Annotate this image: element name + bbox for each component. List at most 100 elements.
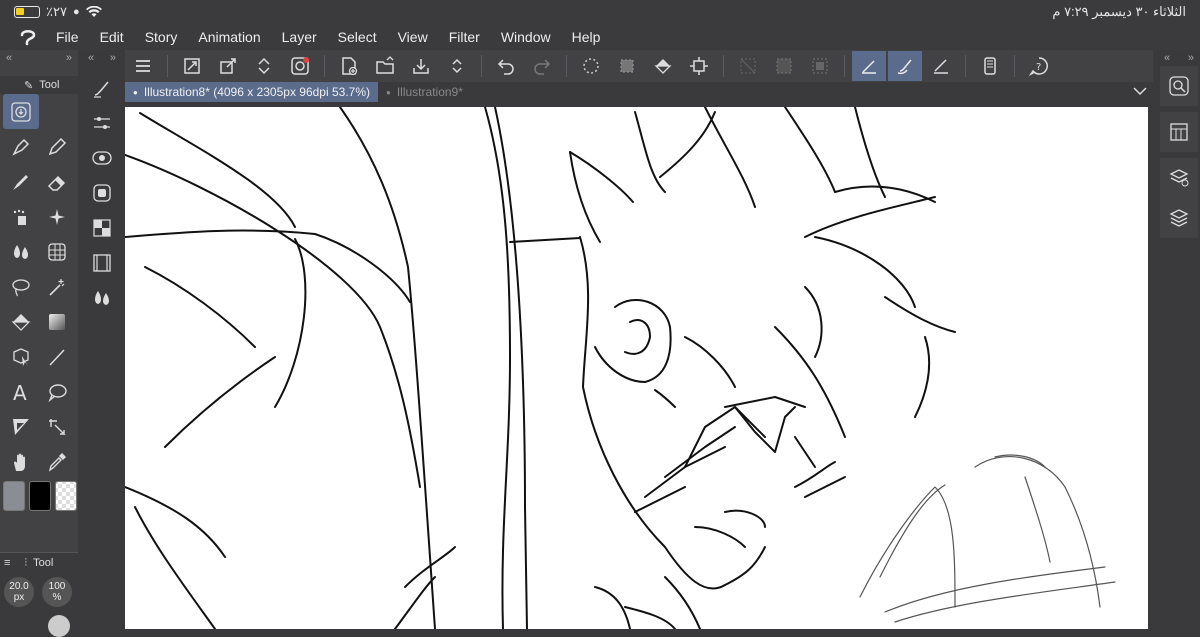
selection-border-icon[interactable] bbox=[803, 51, 837, 81]
panel-collapse-row-2: « » bbox=[82, 50, 122, 66]
brush-mode-icon[interactable] bbox=[888, 51, 922, 81]
grip-icon[interactable]: ≡ bbox=[4, 557, 10, 569]
divider bbox=[566, 55, 567, 77]
pen-tool-icon[interactable] bbox=[3, 129, 39, 164]
double-chevron-left-icon[interactable]: « bbox=[88, 52, 94, 64]
lasso-tool-icon[interactable] bbox=[3, 269, 39, 304]
sketch-artwork bbox=[125, 107, 1116, 629]
crop-icon[interactable] bbox=[682, 51, 716, 81]
divider bbox=[844, 55, 845, 77]
transform-icon[interactable] bbox=[211, 51, 245, 81]
redo-icon[interactable] bbox=[525, 51, 559, 81]
selection-clear-icon[interactable] bbox=[731, 51, 765, 81]
fill-bucket-icon[interactable] bbox=[646, 51, 680, 81]
hand-tool-icon[interactable] bbox=[3, 444, 39, 479]
sub-color-swatch[interactable] bbox=[29, 481, 51, 511]
flip-icon[interactable] bbox=[247, 51, 281, 81]
figure-tool-icon[interactable] bbox=[39, 234, 75, 269]
help-icon[interactable]: ? bbox=[1022, 51, 1056, 81]
operation-tool-icon[interactable] bbox=[3, 94, 39, 129]
frame-border-tool-icon[interactable] bbox=[3, 409, 39, 444]
double-chevron-left-icon[interactable]: « bbox=[1164, 52, 1170, 64]
menu-file[interactable]: File bbox=[56, 29, 79, 45]
new-file-icon[interactable] bbox=[332, 51, 366, 81]
tool-property-icon[interactable] bbox=[86, 105, 118, 140]
object-tool-icon[interactable] bbox=[3, 339, 39, 374]
magic-wand-icon[interactable] bbox=[39, 269, 75, 304]
tab-illustration9[interactable]: ● Illustration9* bbox=[378, 82, 471, 102]
transparent-color-swatch[interactable] bbox=[55, 481, 77, 511]
brush-size-unit: px bbox=[13, 592, 25, 603]
undo-icon[interactable] bbox=[489, 51, 523, 81]
opacity-value: 100 bbox=[48, 581, 66, 592]
menu-edit[interactable]: Edit bbox=[100, 29, 124, 45]
tab-illustration8[interactable]: ● Illustration8* (4096 x 2305px 96dpi 53… bbox=[125, 82, 378, 102]
menu-layer[interactable]: Layer bbox=[282, 29, 317, 45]
chevron-down-icon[interactable] bbox=[1133, 85, 1153, 99]
menu-story[interactable]: Story bbox=[145, 29, 178, 45]
sub-tool-panel: ≡ ⫶ Tool 20.0 px 100 % bbox=[0, 552, 78, 637]
menu-help[interactable]: Help bbox=[572, 29, 601, 45]
tab-dot-icon: ● bbox=[133, 87, 138, 97]
app-logo-icon[interactable] bbox=[0, 27, 56, 47]
layers-icon[interactable] bbox=[1160, 198, 1198, 238]
line-tool-icon[interactable] bbox=[39, 339, 75, 374]
menu-filter[interactable]: Filter bbox=[449, 29, 480, 45]
airbrush-tool-icon[interactable] bbox=[3, 199, 39, 234]
pen-mode-icon[interactable] bbox=[852, 51, 886, 81]
fit-window-icon[interactable] bbox=[175, 51, 209, 81]
color-set-icon[interactable] bbox=[86, 210, 118, 245]
pencil-small-icon: ✎ bbox=[24, 79, 34, 92]
double-chevron-right-icon[interactable]: » bbox=[66, 52, 72, 64]
record-icon[interactable] bbox=[283, 51, 317, 81]
blend-tool-icon[interactable] bbox=[3, 234, 39, 269]
loading-spinner-icon[interactable] bbox=[574, 51, 608, 81]
battery-percent: ٪٢٧ bbox=[46, 4, 67, 19]
tab-label: Illustration8* (4096 x 2305px 96dpi 53.7… bbox=[143, 85, 370, 99]
brush-size-knob[interactable]: 20.0 px bbox=[4, 577, 34, 607]
eraser-tool-icon[interactable] bbox=[39, 164, 75, 199]
ruler-snap-icon[interactable] bbox=[924, 51, 958, 81]
secondary-panel: « » bbox=[82, 50, 122, 629]
menu-bar: File Edit Story Animation Layer Select V… bbox=[0, 24, 1200, 50]
main-color-swatch[interactable] bbox=[3, 481, 25, 511]
brush-settings-icon[interactable] bbox=[86, 70, 118, 105]
balloon-tool-icon[interactable] bbox=[39, 374, 75, 409]
sub-view-icon[interactable] bbox=[1160, 112, 1198, 152]
panel-collapse-row: « » bbox=[0, 50, 78, 66]
save-icon[interactable] bbox=[404, 51, 438, 81]
color-wheel-icon[interactable] bbox=[86, 140, 118, 175]
fill-tool-icon[interactable] bbox=[3, 304, 39, 339]
divider bbox=[481, 55, 482, 77]
text-tool-icon[interactable]: A bbox=[3, 374, 39, 409]
selection-icon[interactable] bbox=[610, 51, 644, 81]
menu-view[interactable]: View bbox=[398, 29, 428, 45]
gradient-tool-icon[interactable] bbox=[39, 304, 75, 339]
timeline-icon[interactable] bbox=[86, 245, 118, 280]
divider bbox=[324, 55, 325, 77]
chevron-updown-icon[interactable] bbox=[440, 51, 474, 81]
navigator-icon[interactable] bbox=[1160, 66, 1198, 106]
smartphone-icon[interactable] bbox=[973, 51, 1007, 81]
open-folder-icon[interactable] bbox=[368, 51, 402, 81]
eyedropper-tool-icon[interactable] bbox=[39, 444, 75, 479]
selection-invert-icon[interactable] bbox=[767, 51, 801, 81]
opacity-knob[interactable]: 100 % bbox=[42, 577, 72, 607]
pencil-tool-icon[interactable] bbox=[39, 129, 75, 164]
divider bbox=[167, 55, 168, 77]
hamburger-icon[interactable] bbox=[126, 51, 160, 81]
brush-tool-icon[interactable] bbox=[3, 164, 39, 199]
correct-line-tool-icon[interactable] bbox=[39, 409, 75, 444]
decoration-tool-icon[interactable] bbox=[39, 199, 75, 234]
double-chevron-left-icon[interactable]: « bbox=[6, 52, 12, 64]
menu-animation[interactable]: Animation bbox=[198, 29, 260, 45]
double-chevron-right-icon[interactable]: » bbox=[110, 52, 116, 64]
color-slider-icon[interactable] bbox=[86, 175, 118, 210]
layer-property-icon[interactable] bbox=[1160, 158, 1198, 198]
datetime: الثلاثاء ٣٠ ديسمبر ٧:٢٩ م bbox=[1052, 4, 1186, 19]
menu-window[interactable]: Window bbox=[501, 29, 551, 45]
drawing-canvas[interactable] bbox=[125, 107, 1148, 629]
mixing-icon[interactable] bbox=[86, 280, 118, 315]
menu-select[interactable]: Select bbox=[338, 29, 377, 45]
double-chevron-right-icon[interactable]: » bbox=[1188, 52, 1194, 64]
